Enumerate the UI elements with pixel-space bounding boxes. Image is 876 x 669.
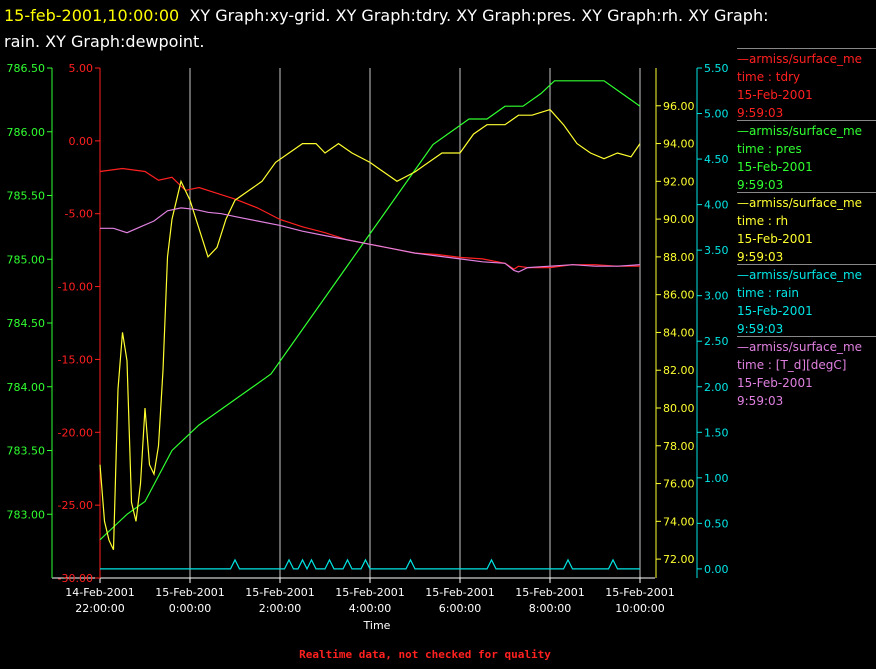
quality-disclaimer: Realtime data, not checked for quality xyxy=(299,648,551,661)
x-tick-label: 0:00:00 xyxy=(169,602,211,615)
tdry-tick-label: 5.00 xyxy=(69,62,94,75)
x-tick-label: 2:00:00 xyxy=(259,602,301,615)
pres-tick-label: 783.50 xyxy=(7,445,46,458)
legend-date: 15-Feb-2001 xyxy=(737,304,813,318)
tdry-tick-label: -10.00 xyxy=(58,281,93,294)
legend-entry: —armiss/surface_metime : tdry 15-Feb-2001… xyxy=(737,50,876,122)
x-tick-label: 10:00:00 xyxy=(615,602,664,615)
legend-date: 15-Feb-2001 xyxy=(737,160,813,174)
tdry-tick-label: -25.00 xyxy=(58,499,93,512)
legend-var: time : pres xyxy=(737,142,802,156)
rh-tick-label: 72.00 xyxy=(663,553,695,566)
x-tick-label: 22:00:00 xyxy=(75,602,124,615)
tdry-tick-label: 0.00 xyxy=(69,135,94,148)
pres-tick-label: 785.50 xyxy=(7,190,46,203)
rh-tick-label: 82.00 xyxy=(663,364,695,377)
rain-tick-label: 2.50 xyxy=(704,335,729,348)
rh-tick-label: 90.00 xyxy=(663,213,695,226)
x-tick-label: 15-Feb-2001 xyxy=(605,586,674,599)
tdry-tick-label: -5.00 xyxy=(65,208,93,221)
legend-var: time : tdry xyxy=(737,70,801,84)
pres-tick-label: 785.00 xyxy=(7,253,46,266)
legend-name: —armiss/surface_me xyxy=(737,124,863,138)
legend-var: time : rain xyxy=(737,286,800,300)
rh-tick-label: 88.00 xyxy=(663,251,695,264)
x-tick-label: 15-Feb-2001 xyxy=(245,586,314,599)
tdry-tick-label: -30.00 xyxy=(58,572,93,585)
rain-tick-label: 3.50 xyxy=(704,244,729,257)
legend-separator xyxy=(737,336,876,337)
rh-tick-label: 76.00 xyxy=(663,478,695,491)
legend-date: 15-Feb-2001 xyxy=(737,88,813,102)
rain-tick-label: 0.50 xyxy=(704,517,729,530)
legend-entry: —armiss/surface_me time : rh 15-Feb-2001 9:… xyxy=(737,194,876,266)
pres-tick-label: 783.00 xyxy=(7,508,46,521)
rain-tick-label: 4.50 xyxy=(704,153,729,166)
legend-separator xyxy=(737,264,876,265)
rh-tick-label: 96.00 xyxy=(663,100,695,113)
pres-tick-label: 786.00 xyxy=(7,126,46,139)
legend-separator xyxy=(737,192,876,193)
legend-separator xyxy=(737,48,876,49)
legend-name: —armiss/surface_me xyxy=(737,340,863,354)
legend-entry: —armiss/surface_metime : rain 15-Feb-2001… xyxy=(737,266,876,338)
rain-tick-label: 1.50 xyxy=(704,426,729,439)
legend-date: 15-Feb-2001 xyxy=(737,232,813,246)
rain-tick-label: 1.00 xyxy=(704,472,729,485)
rh-tick-label: 92.00 xyxy=(663,175,695,188)
legend-time: 9:59:03 xyxy=(737,394,784,408)
legend-name: —armiss/surface_me xyxy=(737,196,863,210)
legend-var: time : [T_d][degC] xyxy=(737,358,847,372)
x-tick-label: 15-Feb-2001 xyxy=(335,586,404,599)
rh-tick-label: 80.00 xyxy=(663,402,695,415)
rh-tick-label: 74.00 xyxy=(663,515,695,528)
tdry-tick-label: -15.00 xyxy=(58,353,93,366)
x-tick-label: 4:00:00 xyxy=(349,602,391,615)
rh-tick-label: 86.00 xyxy=(663,289,695,302)
legend-date: 15-Feb-2001 xyxy=(737,376,813,390)
rain-tick-label: 4.00 xyxy=(704,199,729,212)
legend-entry: —armiss/surface_metime : [T_d][degC] 15-F… xyxy=(737,338,876,410)
pres-tick-label: 786.50 xyxy=(7,62,46,75)
rh-tick-label: 94.00 xyxy=(663,138,695,151)
legend-entry: —armiss/surface_metime : pres 15-Feb-2001… xyxy=(737,122,876,194)
legend-name: —armiss/surface_me xyxy=(737,52,863,66)
pres-tick-label: 784.50 xyxy=(7,317,46,330)
x-tick-label: 8:00:00 xyxy=(529,602,571,615)
rain-tick-label: 5.00 xyxy=(704,108,729,121)
x-tick-label: 15-Feb-2001 xyxy=(155,586,224,599)
x-tick-label: 14-Feb-2001 xyxy=(65,586,134,599)
legend-var: time : rh xyxy=(737,214,789,228)
rh-tick-label: 84.00 xyxy=(663,326,695,339)
pres-tick-label: 784.00 xyxy=(7,381,46,394)
rh-tick-label: 78.00 xyxy=(663,440,695,453)
legend-separator xyxy=(737,120,876,121)
rain-tick-label: 2.00 xyxy=(704,381,729,394)
x-tick-label: 15-Feb-2001 xyxy=(425,586,494,599)
tdry-tick-label: -20.00 xyxy=(58,426,93,439)
x-tick-label: 15-Feb-2001 xyxy=(515,586,584,599)
rain-tick-label: 0.00 xyxy=(704,563,729,576)
x-axis-label: Time xyxy=(363,619,391,632)
rain-tick-label: 5.50 xyxy=(704,62,729,75)
rain-tick-label: 3.00 xyxy=(704,290,729,303)
x-tick-label: 6:00:00 xyxy=(439,602,481,615)
legend-name: —armiss/surface_me xyxy=(737,268,863,282)
